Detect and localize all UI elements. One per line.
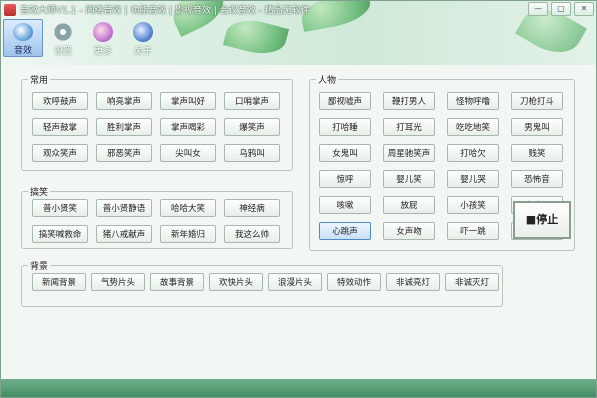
gear-icon xyxy=(53,22,73,42)
window-title: 音效大师V1.1 - 网络音效 | 功能音效 | 影视音效 | 会议音效 - 精… xyxy=(20,6,310,16)
sound-button[interactable]: 欢呼鼓声 xyxy=(32,92,88,110)
sound-button[interactable]: 故事背景 xyxy=(150,273,204,291)
about-icon xyxy=(133,22,153,42)
sound-button[interactable]: 我这么帅 xyxy=(224,225,280,243)
sound-button[interactable]: 掌声喝彩 xyxy=(160,118,216,136)
toolbar-settings-tab[interactable]: 设置 xyxy=(43,19,83,57)
sound-button[interactable]: 气势片头 xyxy=(91,273,145,291)
sound-button[interactable]: 观众笑声 xyxy=(32,144,88,162)
app-window: 音效大师V1.1 - 网络音效 | 功能音效 | 影视音效 | 会议音效 - 精… xyxy=(0,0,597,398)
sound-button[interactable]: 浪漫片头 xyxy=(268,273,322,291)
close-button[interactable]: ✕ xyxy=(574,2,594,16)
toolbar-sound-tab[interactable]: 音效 xyxy=(3,19,43,57)
minimize-button[interactable]: — xyxy=(528,2,548,16)
tool-label: 音效 xyxy=(13,46,32,56)
sound-button[interactable]: 胜利掌声 xyxy=(96,118,152,136)
title-bar[interactable]: 音效大师V1.1 - 网络音效 | 功能音效 | 影视音效 | 会议音效 - 精… xyxy=(1,1,596,18)
sound-button[interactable]: 男鬼叫 xyxy=(511,118,563,136)
maximize-button[interactable]: ▢ xyxy=(551,2,571,16)
tool-label: 设置 xyxy=(53,47,72,57)
sound-button[interactable]: 女鬼叫 xyxy=(319,144,371,162)
stop-button[interactable]: ■停止 xyxy=(513,201,571,239)
group-title: 背景 xyxy=(28,259,51,272)
sound-button[interactable]: 邪恶笑声 xyxy=(96,144,152,162)
sound-button[interactable]: 刀枪打斗 xyxy=(511,92,563,110)
sound-button[interactable]: 非诚灭灯 xyxy=(445,273,499,291)
sound-button[interactable]: 鞭打男人 xyxy=(383,92,435,110)
leaf-decoration xyxy=(222,13,290,61)
sound-button[interactable]: 欢快片头 xyxy=(209,273,263,291)
sound-button[interactable]: 打哈睡 xyxy=(319,118,371,136)
sound-button[interactable]: 打哈欠 xyxy=(447,144,499,162)
sound-button[interactable]: 猪八戒献声 xyxy=(96,225,152,243)
sound-button[interactable]: 普小贤笑 xyxy=(32,199,88,217)
sound-button[interactable]: 心跳声 xyxy=(319,222,371,240)
sound-button[interactable]: 周星驰笑声 xyxy=(383,144,435,162)
main-toolbar: 音效 设置 更多 关于 xyxy=(3,19,163,57)
sound-button[interactable]: 口哨掌声 xyxy=(224,92,280,110)
sound-button[interactable]: 搞笑喊救命 xyxy=(32,225,88,243)
sound-button[interactable]: 贱笑 xyxy=(511,144,563,162)
app-logo-icon xyxy=(4,3,16,16)
sound-button[interactable]: 放屁 xyxy=(383,196,435,214)
tool-label: 关于 xyxy=(133,47,152,57)
sound-button[interactable]: 新闻背景 xyxy=(32,273,86,291)
sound-button[interactable]: 轻声鼓掌 xyxy=(32,118,88,136)
header-banner: 音效大师V1.1 - 网络音效 | 功能音效 | 影视音效 | 会议音效 - 精… xyxy=(1,1,596,65)
sound-button[interactable]: 特效动作 xyxy=(327,273,381,291)
sound-button[interactable]: 惊呼 xyxy=(319,170,371,188)
sound-button[interactable]: 婴儿哭 xyxy=(447,170,499,188)
sound-button[interactable]: 哈哈大笑 xyxy=(160,199,216,217)
sound-button[interactable]: 神经病 xyxy=(224,199,280,217)
sound-button[interactable]: 响亮掌声 xyxy=(96,92,152,110)
tool-label: 更多 xyxy=(93,47,112,57)
sound-icon xyxy=(13,23,33,41)
sound-button[interactable]: 恐怖音 xyxy=(511,170,563,188)
sound-button[interactable]: 吃吃地笑 xyxy=(447,118,499,136)
sound-button[interactable]: 新年婚归 xyxy=(160,225,216,243)
sound-button[interactable]: 乌鸦叫 xyxy=(224,144,280,162)
group-title: 搞笑 xyxy=(28,185,51,198)
sound-button[interactable]: 怪物呼噜 xyxy=(447,92,499,110)
sound-button[interactable]: 非诚亮灯 xyxy=(386,273,440,291)
group-title: 常用 xyxy=(28,73,51,86)
sound-button[interactable]: 爆笑声 xyxy=(224,118,280,136)
sound-button[interactable]: 吓一跳 xyxy=(447,222,499,240)
sound-button[interactable]: 小孩笑 xyxy=(447,196,499,214)
sound-button[interactable]: 普小贤静语 xyxy=(96,199,152,217)
toolbar-about-tab[interactable]: 关于 xyxy=(123,19,163,57)
sound-button[interactable]: 尖叫女 xyxy=(160,144,216,162)
window-controls: — ▢ ✕ xyxy=(528,2,594,16)
sound-button[interactable]: 掌声叫好 xyxy=(160,92,216,110)
status-bar xyxy=(1,379,596,397)
sound-button[interactable]: 咳嗽 xyxy=(319,196,371,214)
toolbar-more-tab[interactable]: 更多 xyxy=(83,19,123,57)
sound-button[interactable]: 婴儿笑 xyxy=(383,170,435,188)
sound-button[interactable]: 鄙视嘘声 xyxy=(319,92,371,110)
group-title: 人物 xyxy=(316,73,339,86)
sound-button[interactable]: 打耳光 xyxy=(383,118,435,136)
more-icon xyxy=(93,22,113,42)
sound-button[interactable]: 女声吻 xyxy=(383,222,435,240)
